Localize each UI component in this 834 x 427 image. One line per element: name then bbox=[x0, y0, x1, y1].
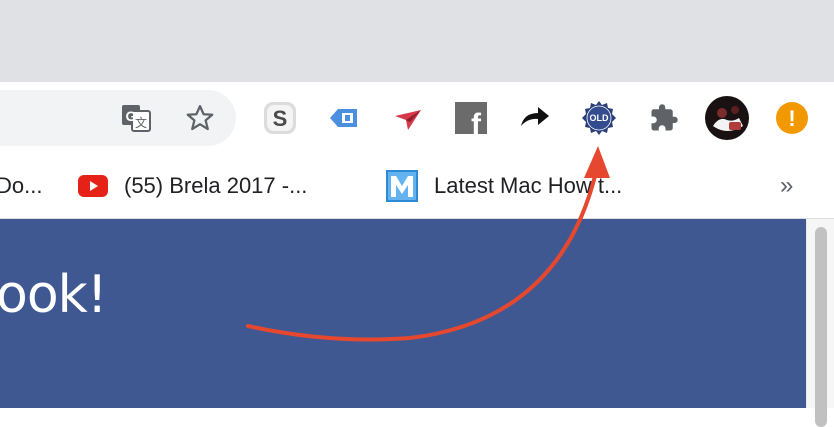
update-alert-symbol: ! bbox=[788, 106, 795, 131]
bookmark-label: Do... bbox=[0, 173, 43, 198]
bookmark-item-youtube[interactable]: (55) Brela 2017 -... bbox=[78, 154, 307, 218]
update-alert-icon[interactable]: ! bbox=[774, 100, 810, 136]
tab-strip bbox=[0, 0, 834, 82]
page-content: ook! bbox=[0, 219, 806, 408]
bookmarks-bar: Do... (55) Brela 2017 -... Latest Mac Ho… bbox=[0, 154, 834, 219]
bookmark-label: (55) Brela 2017 -... bbox=[124, 173, 308, 198]
s-extension-letter: S bbox=[273, 106, 288, 131]
scrollbar-thumb[interactable] bbox=[815, 227, 827, 427]
bookmark-star-icon[interactable] bbox=[182, 100, 218, 136]
overflow-chevrons-icon: » bbox=[780, 172, 794, 199]
forward-arrow-extension-icon[interactable] bbox=[517, 100, 553, 136]
bookmark-item-mac-how-to[interactable]: Latest Mac How t... bbox=[386, 154, 622, 218]
puzzle-extensions-icon[interactable] bbox=[646, 100, 682, 136]
page-headline: ook! bbox=[0, 265, 108, 325]
tag-extension-icon[interactable] bbox=[326, 100, 362, 136]
s-extension-icon[interactable]: S bbox=[262, 100, 298, 136]
paper-plane-extension-icon[interactable] bbox=[390, 100, 426, 136]
bookmark-item[interactable]: Do... bbox=[0, 154, 42, 218]
browser-toolbar: G 文 S f OLD ! bbox=[0, 82, 834, 154]
facebook-extension-icon[interactable]: f bbox=[453, 100, 489, 136]
bookmarks-overflow-button[interactable]: » bbox=[780, 154, 793, 218]
youtube-icon bbox=[78, 175, 108, 197]
profile-avatar[interactable] bbox=[705, 96, 749, 140]
old-badge-text: OLD bbox=[590, 113, 609, 123]
google-translate-icon[interactable]: G 文 bbox=[118, 100, 154, 136]
svg-text:文: 文 bbox=[135, 115, 147, 130]
facebook-letter: f bbox=[471, 108, 482, 134]
bookmark-label: Latest Mac How t... bbox=[434, 173, 623, 198]
scrollbar-track[interactable] bbox=[806, 219, 834, 427]
m-site-icon bbox=[386, 170, 418, 202]
old-badge-extension-icon[interactable]: OLD bbox=[580, 99, 618, 137]
